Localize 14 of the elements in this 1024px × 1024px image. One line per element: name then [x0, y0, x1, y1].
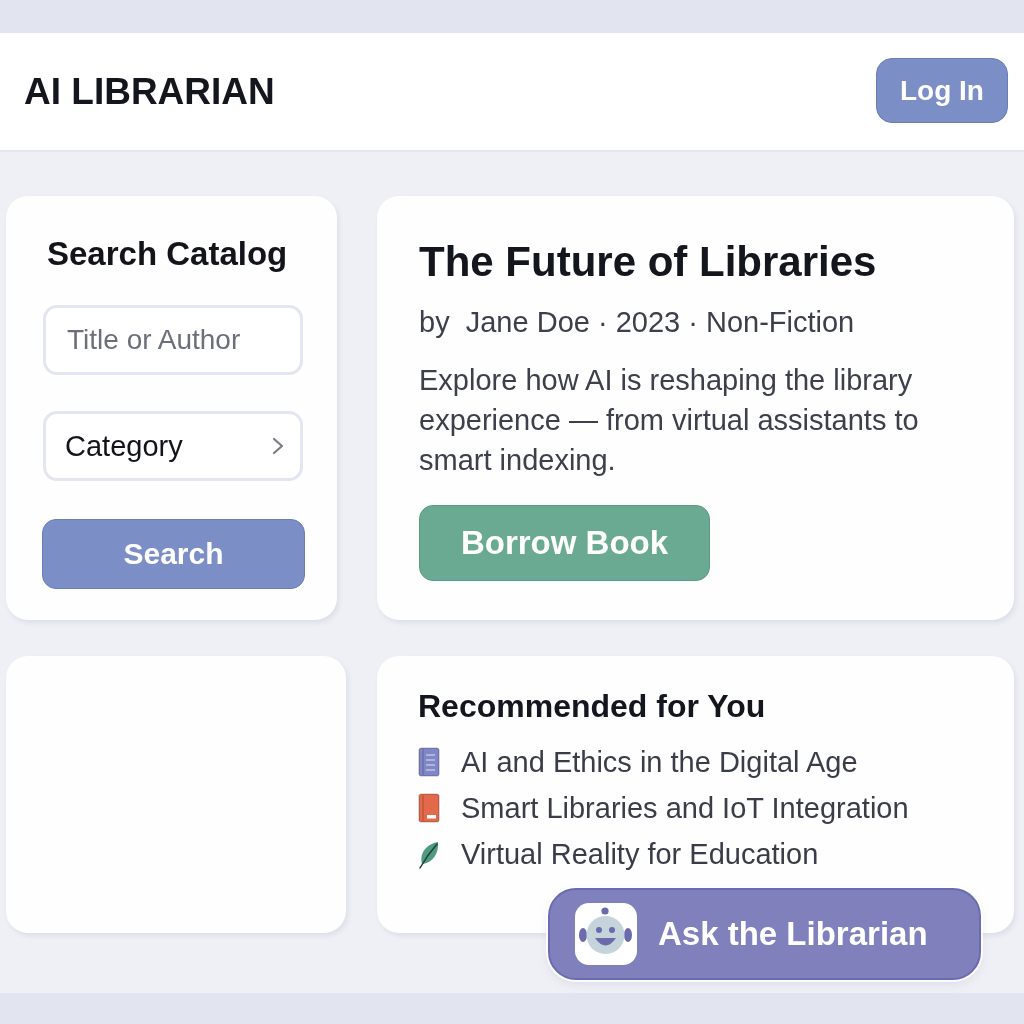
app-title: AI LIBRARIAN — [24, 69, 275, 114]
chevron-right-icon — [272, 437, 284, 455]
recommendation-title[interactable]: Smart Libraries and IoT Integration — [461, 791, 909, 825]
search-heading: Search Catalog — [47, 234, 289, 274]
recommendation-title[interactable]: Virtual Reality for Education — [461, 837, 819, 871]
ask-librarian-button[interactable]: Ask the Librarian — [548, 888, 981, 980]
recommendation-title[interactable]: AI and Ethics in the Digital Age — [461, 745, 858, 779]
search-input-field[interactable]: Title or Author — [43, 305, 303, 375]
book-description: Explore how AI is reshaping the library experience — from virtual assistants to smart indexing. — [419, 363, 920, 478]
book-meta: by Jane Doe · 2023 · Non-Fiction — [419, 305, 856, 340]
robot-icon — [575, 903, 637, 965]
recommendations-heading: Recommended for You — [418, 687, 767, 726]
book-title: The Future of Libraries — [419, 237, 878, 287]
category-select[interactable]: Category — [43, 411, 303, 481]
